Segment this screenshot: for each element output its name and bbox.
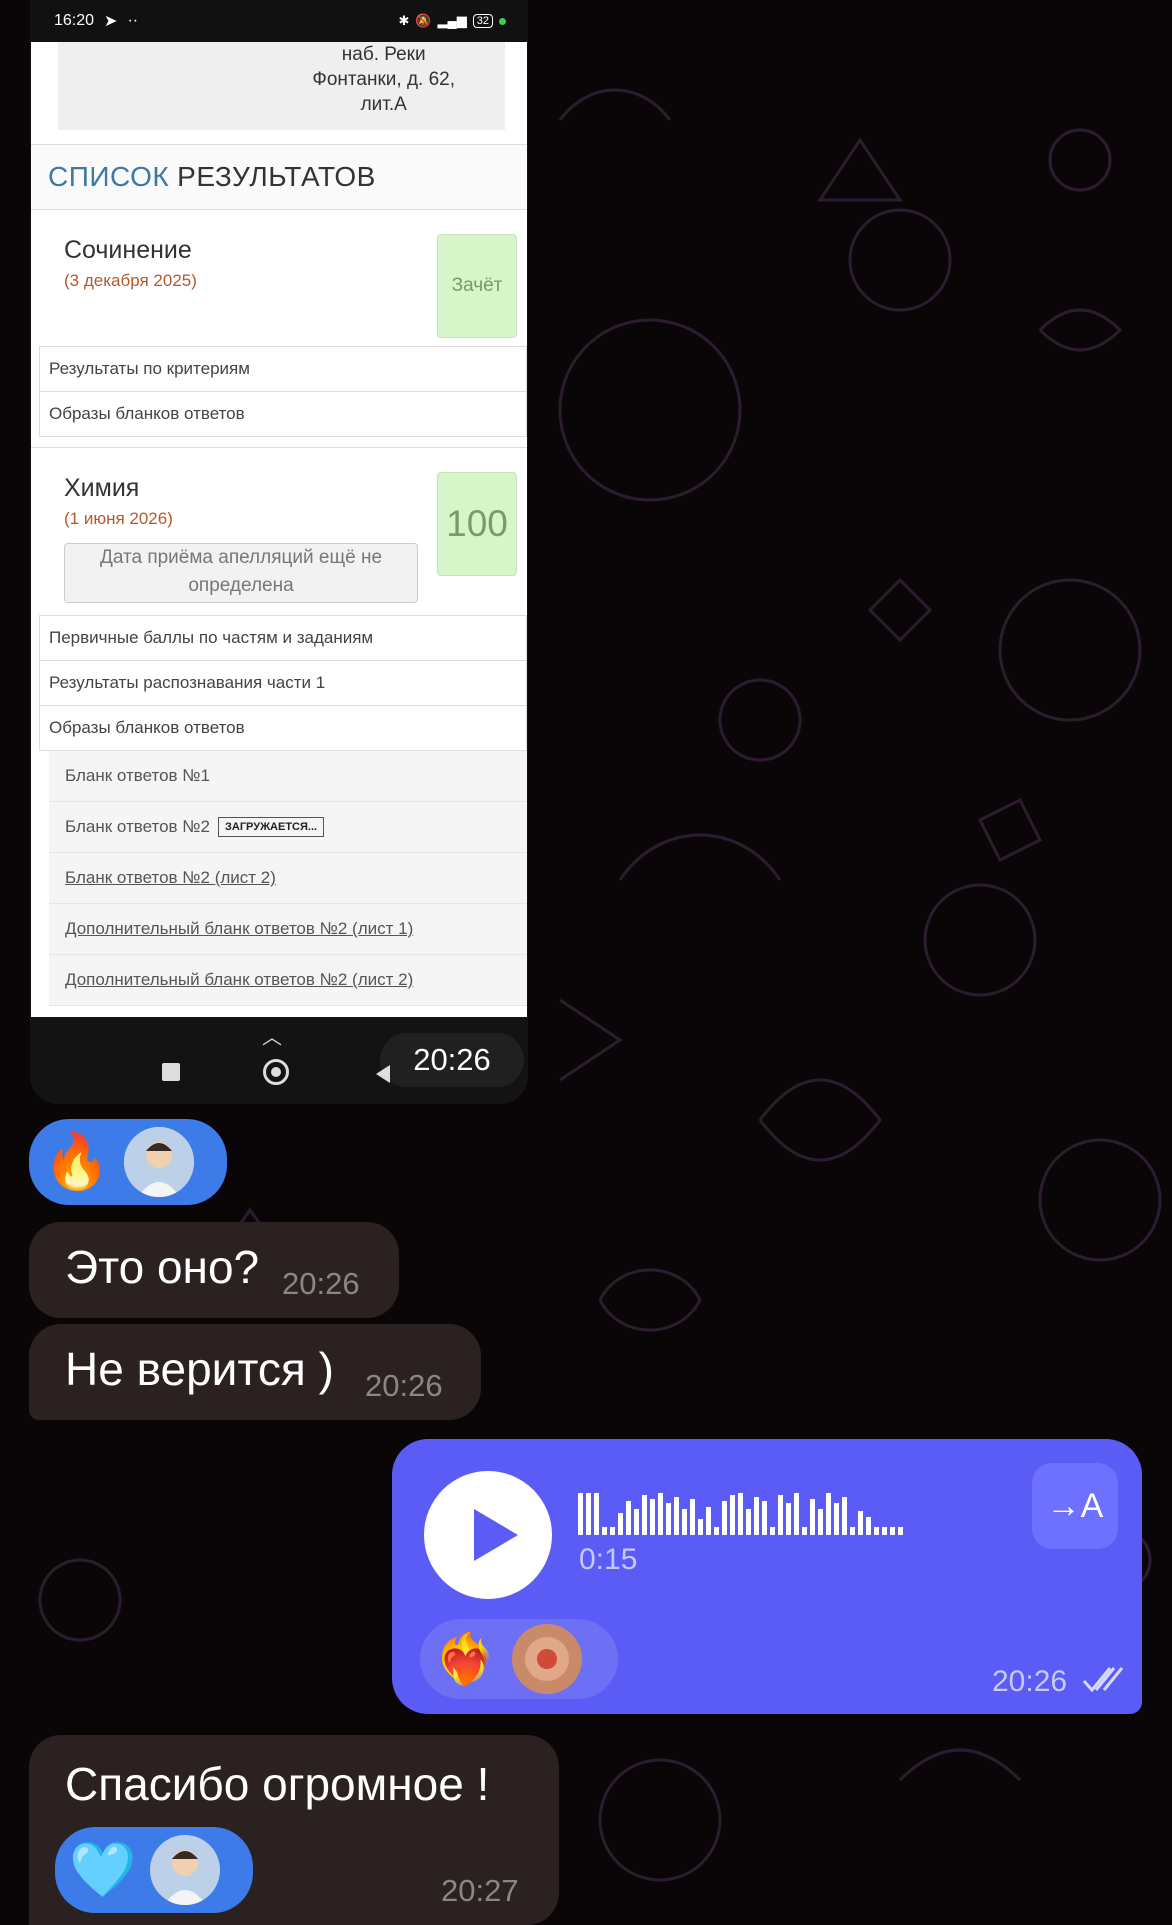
form-link[interactable]: Дополнительный бланк ответов №2 (лист 1) xyxy=(49,904,527,955)
telegram-icon: ➤ xyxy=(104,13,118,30)
address-box: наб. Реки Фонтанки, д. 62, лит.А xyxy=(58,42,505,130)
heart-on-fire-emoji: ❤️‍🔥 xyxy=(434,1631,497,1687)
voice-duration: 0:15 xyxy=(579,1543,638,1576)
row-criteria-results[interactable]: Результаты по критериям xyxy=(39,346,527,392)
double-check-icon xyxy=(1082,1667,1124,1693)
form-link[interactable]: Бланк ответов №2 (лист 2) xyxy=(49,853,527,904)
message-time: 20:26 xyxy=(365,1368,443,1403)
fire-emoji: 🔥 xyxy=(43,1132,111,1192)
results-header-part2: РЕЗУЛЬТАТОВ xyxy=(177,161,376,192)
message-text: Спасибо огромное ! xyxy=(65,1758,490,1810)
waveform[interactable] xyxy=(578,1489,998,1539)
status-time: 16:20 xyxy=(54,12,95,29)
row-primary-scores[interactable]: Первичные баллы по частям и заданиям xyxy=(39,615,527,661)
bluetooth-icon: ✱ xyxy=(398,13,410,28)
appeal-date-note: Дата приёма апелляций ещё не определена xyxy=(64,543,418,603)
form-link[interactable]: Дополнительный бланк ответов №2 (лист 2) xyxy=(49,955,527,1006)
heart-emoji: 🩵 xyxy=(69,1840,137,1900)
message-text: Это оно? xyxy=(65,1241,260,1293)
mute-icon: 🔕 xyxy=(415,13,432,28)
row-recognition-results[interactable]: Результаты распознавания части 1 xyxy=(39,661,527,706)
row-answer-forms[interactable]: Образы бланков ответов xyxy=(39,706,527,751)
web-page: наб. Реки Фонтанки, д. 62, лит.А СПИСОК … xyxy=(31,42,527,1017)
message-time: 20:26 xyxy=(282,1266,360,1301)
exam-card-chemistry: Химия (1 июня 2026) Дата приёма апелляци… xyxy=(31,447,527,615)
message-bubble-in[interactable]: Это оно? 20:26 xyxy=(29,1222,399,1318)
transcribe-button[interactable]: →A xyxy=(1032,1463,1118,1549)
voice-message-bubble[interactable]: 0:15 →A ❤️‍🔥 20:26 xyxy=(392,1439,1142,1714)
message-time: 20:26 xyxy=(380,1033,524,1087)
privacy-dot-icon xyxy=(499,17,506,25)
loading-badge: ЗАГРУЖАЕТСЯ... xyxy=(217,817,325,837)
reaction-pill[interactable]: 🔥 xyxy=(29,1119,227,1205)
form-link[interactable]: Бланк ответов №1 xyxy=(49,751,527,802)
message-bubble-in[interactable]: Не верится ) 20:26 xyxy=(29,1324,481,1420)
screenshot-status-bar: 16:20 ➤ ·· ✱ 🔕 ▂▄▆ 32 xyxy=(30,0,528,42)
avatar xyxy=(150,1835,221,1905)
results-header-part1: СПИСОК xyxy=(48,161,170,192)
avatar xyxy=(512,1624,583,1694)
image-message[interactable]: 16:20 ➤ ·· ✱ 🔕 ▂▄▆ 32 наб. Реки Фонтанки… xyxy=(30,0,528,1104)
score-badge: 100 xyxy=(437,472,517,576)
battery-icon: 32 xyxy=(472,14,493,28)
exam-card-essay: Сочинение (3 декабря 2025) Зачёт xyxy=(31,210,527,346)
message-time: 20:26 xyxy=(992,1665,1068,1698)
signal-icon: ▂▄▆ xyxy=(437,13,467,28)
results-header: СПИСОК РЕЗУЛЬТАТОВ xyxy=(31,144,527,210)
home-icon xyxy=(263,1059,289,1085)
recents-icon xyxy=(162,1063,180,1081)
message-bubble-in[interactable]: Спасибо огромное ! 🩵 20:27 xyxy=(29,1735,559,1925)
reaction-pill[interactable]: ❤️‍🔥 xyxy=(420,1619,618,1699)
avatar xyxy=(124,1127,195,1197)
message-time: 20:27 xyxy=(441,1873,519,1908)
score-badge: Зачёт xyxy=(437,234,517,338)
reaction-pill[interactable]: 🩵 xyxy=(55,1827,253,1913)
address-text: наб. Реки Фонтанки, д. 62, лит.А xyxy=(312,44,455,115)
form-link[interactable]: Бланк ответов №2 ЗАГРУЖАЕТСЯ... xyxy=(49,802,527,853)
more-dots-icon: ·· xyxy=(127,12,139,29)
row-answer-forms[interactable]: Образы бланков ответов xyxy=(39,392,527,437)
chevron-up-icon: ︿ xyxy=(262,1027,282,1049)
play-button[interactable] xyxy=(424,1471,552,1599)
screenshot-nav-bar: ︿ 20:26 xyxy=(30,1017,528,1104)
message-text: Не верится ) xyxy=(65,1343,334,1395)
